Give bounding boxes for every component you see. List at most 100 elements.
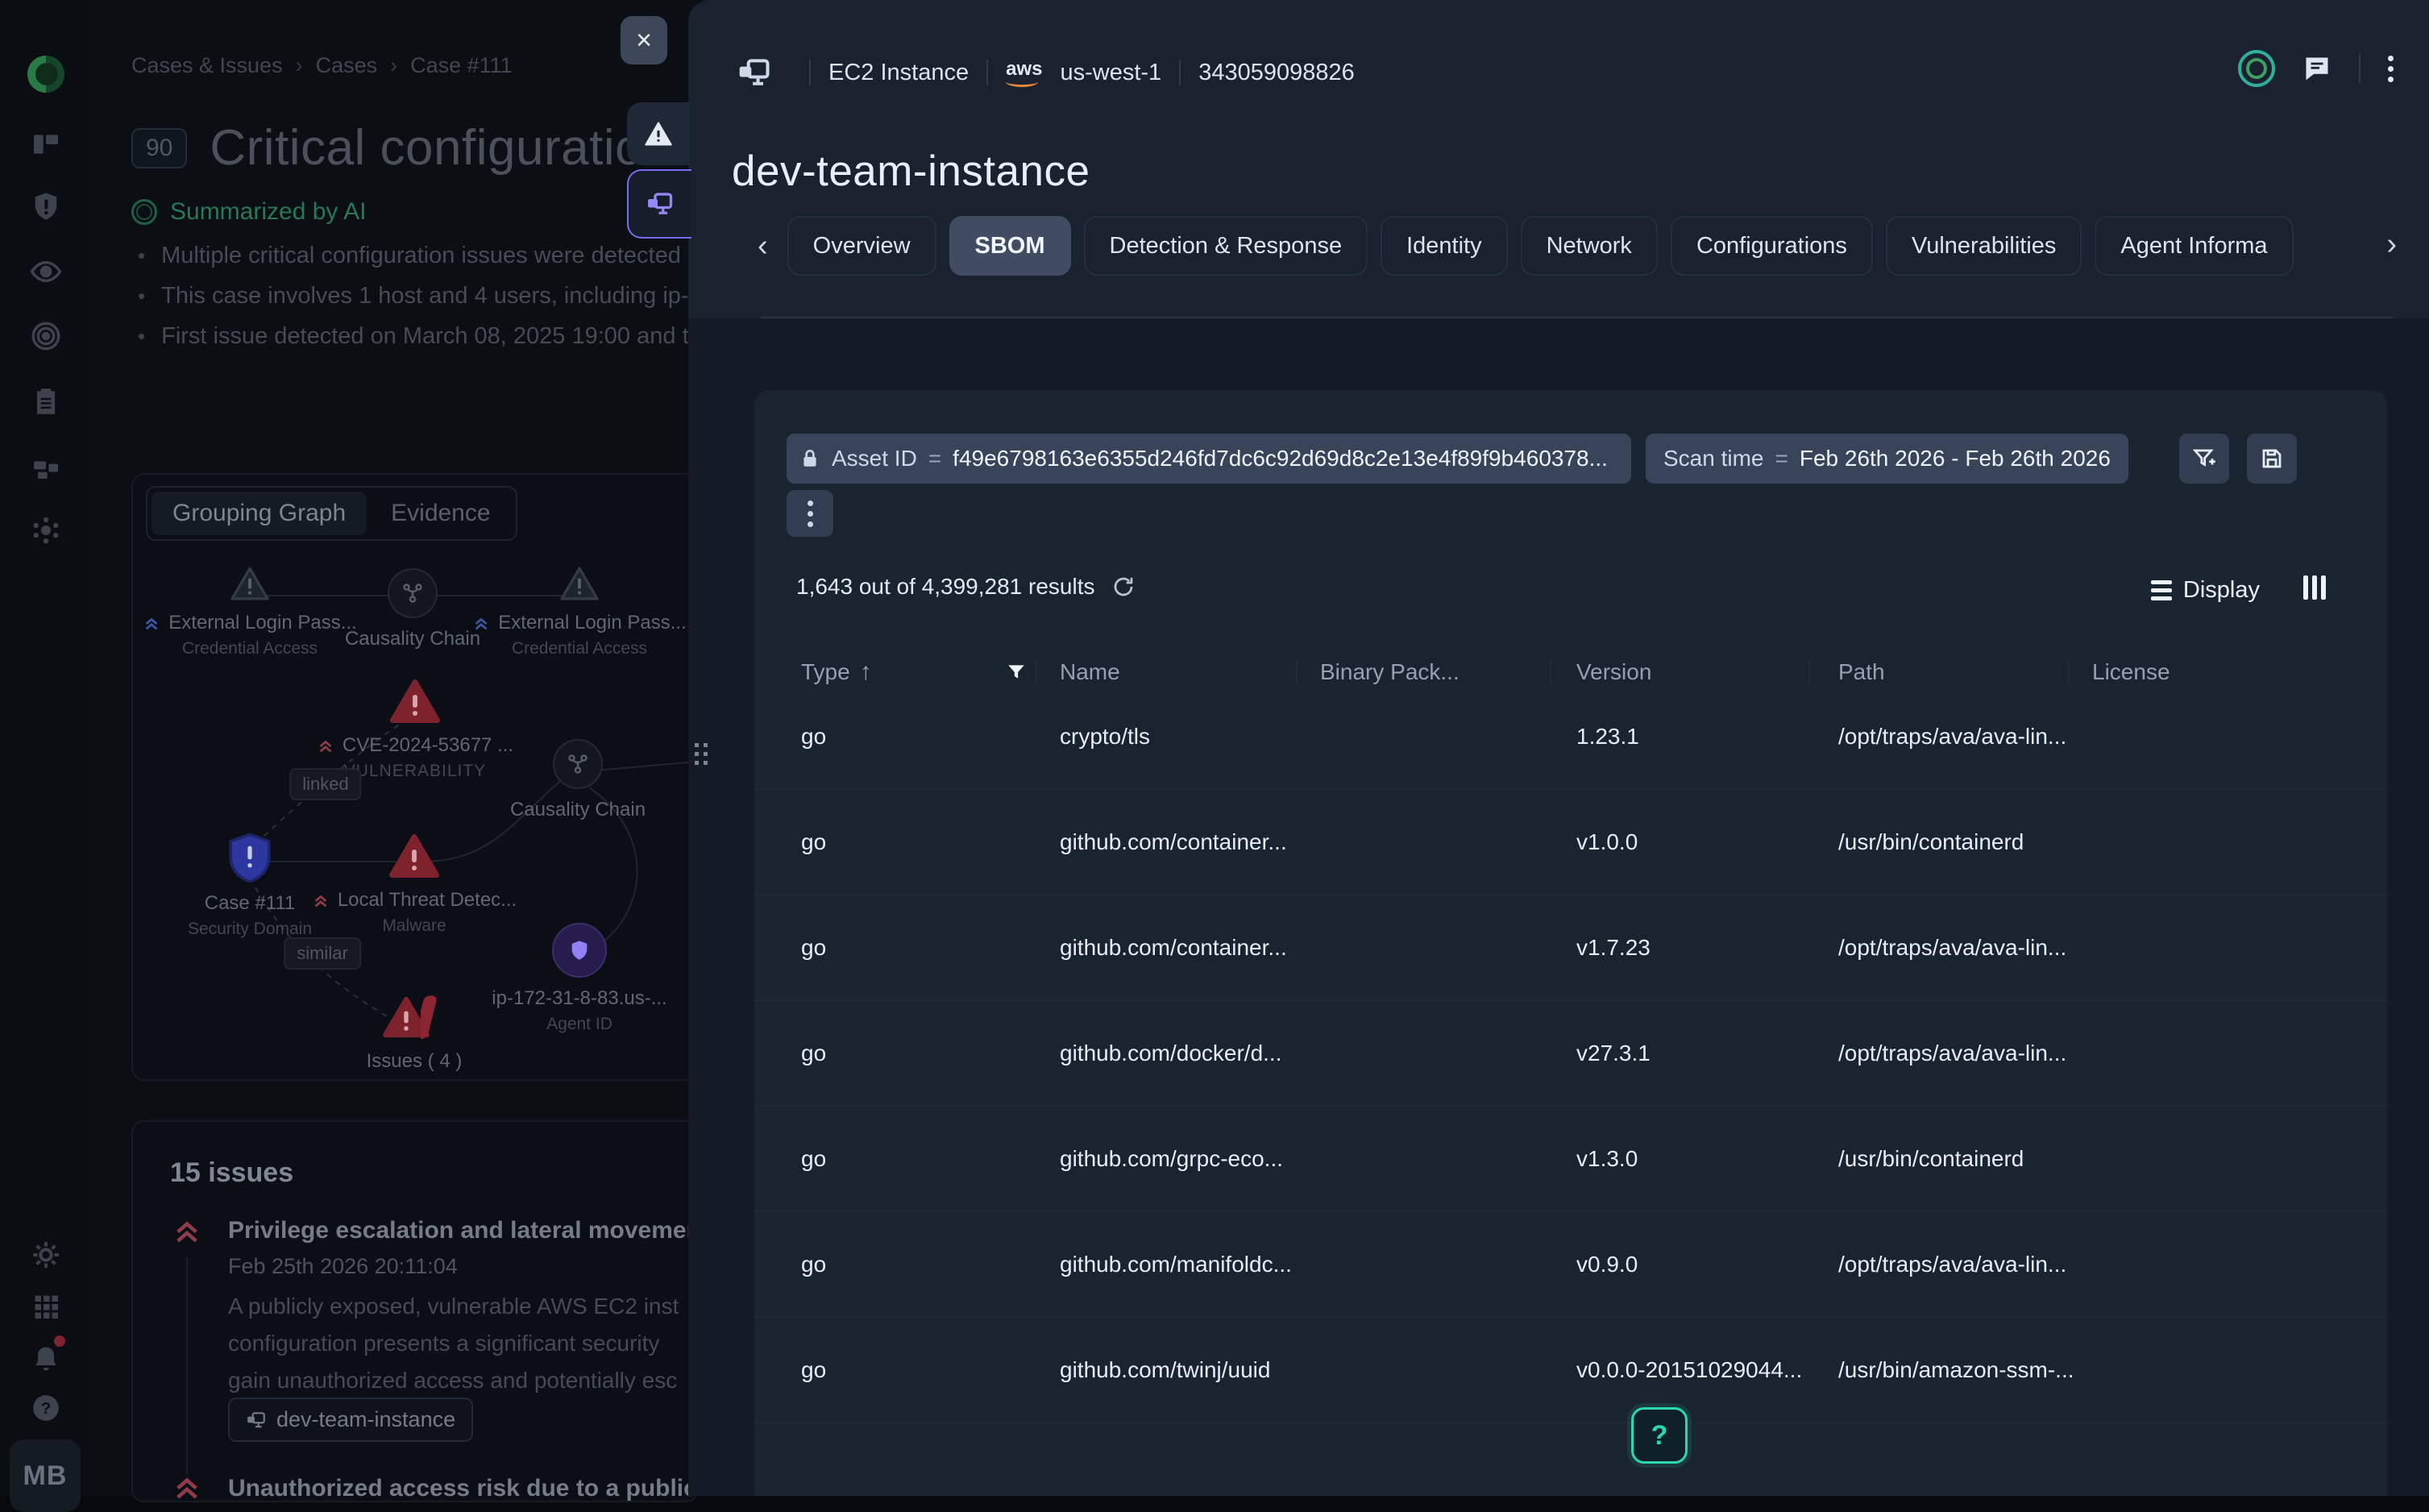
alert-triangle-icon	[389, 678, 441, 725]
breadcrumb: Cases & Issues› Cases› Case #111	[131, 53, 513, 78]
asset-chip[interactable]: dev-team-instance	[228, 1398, 473, 1442]
severity-chevrons-icon	[173, 1217, 201, 1244]
breadcrumb-item[interactable]: Cases & Issues	[131, 53, 283, 78]
filter-plus-icon	[2192, 447, 2216, 471]
filter-chip-scan-time[interactable]: Scan time = Feb 26th 2026 - Feb 26th 202…	[1646, 434, 2128, 484]
avatar[interactable]: MB	[10, 1439, 81, 1512]
table-row[interactable]: gocrypto/tls1.23.1/opt/traps/ava/ava-lin…	[754, 684, 2387, 788]
columns-icon[interactable]	[2303, 575, 2326, 600]
attack-graph-spider-icon[interactable]	[29, 513, 63, 547]
issues-panel: 15 issues Privilege escalation and later…	[131, 1120, 699, 1502]
warning-triangle-icon	[558, 565, 600, 602]
issue-title[interactable]: Privilege escalation and lateral movemen…	[228, 1217, 699, 1244]
timeline-line	[186, 1257, 188, 1475]
ai-ring-icon	[131, 199, 157, 225]
monitor-icon	[737, 55, 772, 90]
tab-evidence[interactable]: Evidence	[370, 492, 511, 535]
close-panel-button[interactable]: ×	[621, 16, 667, 64]
edge-label-linked: linked	[289, 768, 361, 800]
settings-gear-icon[interactable]	[30, 1239, 62, 1271]
severity-chevrons-icon	[312, 891, 330, 909]
filter-chip-asset-id[interactable]: Asset ID = f49e6798163e6355d246fd7dc6c92…	[787, 434, 1631, 484]
apps-grid-icon[interactable]	[31, 1292, 60, 1321]
lock-icon	[799, 447, 820, 470]
asset-title: dev-team-instance	[732, 147, 1090, 196]
kebab-menu-icon[interactable]	[2388, 56, 2394, 82]
graph-node[interactable]: Issues ( 4 )	[301, 994, 527, 1073]
graph-node[interactable]: External Login Pass... Credential Access	[467, 565, 692, 658]
refresh-icon[interactable]	[1111, 575, 1136, 599]
table-row[interactable]: gogithub.com/container...v1.0.0/usr/bin/…	[754, 788, 2387, 894]
save-view-button[interactable]	[2247, 434, 2297, 484]
issues-count-title: 15 issues	[170, 1157, 293, 1189]
severity-chevrons-icon	[472, 614, 490, 632]
tab-configurations[interactable]: Configurations	[1671, 216, 1873, 276]
alerts-side-tab[interactable]	[627, 102, 690, 165]
radar-target-icon[interactable]	[29, 319, 63, 353]
edge-label-similar: similar	[284, 937, 361, 970]
results-count: 1,643 out of 4,399,281 results	[796, 574, 1095, 600]
inventory-clipboard-icon[interactable]	[31, 386, 61, 417]
dashboard-icon[interactable]	[30, 128, 62, 160]
severity-chevrons-icon	[143, 614, 160, 632]
agent-shield-icon	[552, 923, 607, 978]
add-filter-button[interactable]	[2179, 434, 2229, 484]
graph-node[interactable]: Causality Chain	[465, 739, 691, 821]
shield-alert-icon[interactable]	[30, 190, 62, 222]
table-row[interactable]: gogithub.com/twinj/uuidv0.0.0-2015102904…	[754, 1316, 2387, 1423]
save-icon	[2260, 447, 2284, 471]
more-filters-button[interactable]	[787, 490, 833, 537]
help-icon[interactable]: ?	[31, 1393, 61, 1423]
monitor-icon	[646, 189, 675, 218]
issues-cluster-icon	[382, 994, 446, 1041]
case-shield-icon	[226, 833, 273, 883]
tab-overview[interactable]: Overview	[787, 216, 936, 276]
table-body: gocrypto/tls1.23.1/opt/traps/ava/ava-lin…	[754, 684, 2387, 1423]
table-row[interactable]: gogithub.com/manifoldc...v0.9.0/opt/trap…	[754, 1211, 2387, 1316]
orca-logo[interactable]	[27, 56, 64, 93]
aws-logo: aws	[1006, 58, 1042, 87]
table-row[interactable]: gogithub.com/grpc-eco...v1.3.0/usr/bin/c…	[754, 1105, 2387, 1211]
table-row[interactable]: gogithub.com/container...v1.7.23/opt/tra…	[754, 894, 2387, 999]
display-menu[interactable]: Display	[2151, 577, 2260, 604]
column-filter-icon[interactable]	[1006, 662, 1027, 683]
tab-vulnerabilities[interactable]: Vulnerabilities	[1886, 216, 2082, 276]
asset-tabs: ‹ Overview SBOM Detection & Response Ide…	[751, 216, 2348, 276]
tab-grouping-graph[interactable]: Grouping Graph	[152, 492, 367, 535]
issue-title[interactable]: Unauthorized access risk due to a public…	[228, 1475, 699, 1502]
svg-text:?: ?	[40, 1399, 51, 1418]
tab-agent-information[interactable]: Agent Informa	[2095, 216, 2293, 276]
account-id: 343059098826	[1198, 60, 1355, 86]
issue-description: A publicly exposed, vulnerable AWS EC2 i…	[228, 1288, 679, 1399]
asset-side-tab-active[interactable]	[627, 169, 691, 239]
region-label: us-west-1	[1060, 60, 1161, 86]
causality-chain-icon	[553, 739, 603, 789]
panel-resize-handle[interactable]	[695, 743, 708, 765]
tab-detection-response[interactable]: Detection & Response	[1084, 216, 1368, 276]
ai-assistant-icon[interactable]	[2238, 50, 2275, 87]
graph-node[interactable]: Local Threat Detec... Malware	[301, 833, 527, 936]
sbom-content-card: Asset ID = f49e6798163e6355d246fd7dc6c92…	[754, 390, 2387, 1496]
help-button[interactable]: ?	[1631, 1407, 1688, 1464]
notifications-bell-icon[interactable]	[30, 1340, 62, 1373]
asset-meta-line: EC2 Instance aws us-west-1 343059098826	[737, 47, 1355, 98]
notification-dot	[54, 1335, 65, 1347]
table-row[interactable]: gogithub.com/docker/d...v27.3.1/opt/trap…	[754, 999, 2387, 1105]
tab-network[interactable]: Network	[1521, 216, 1658, 276]
asset-detail-panel: EC2 Instance aws us-west-1 343059098826 …	[688, 0, 2429, 1496]
warning-icon	[645, 121, 672, 147]
warning-triangle-icon	[229, 565, 271, 602]
chat-icon[interactable]	[2302, 54, 2331, 83]
app-sidebar: ? MB	[0, 0, 91, 1496]
display-lines-icon	[2151, 580, 2172, 600]
tabs-scroll-right-icon[interactable]: ›	[2386, 216, 2397, 272]
grouping-graph-panel: Grouping Graph Evidence External Login P…	[131, 473, 699, 1081]
eye-icon[interactable]	[29, 255, 63, 289]
alert-triangle-icon	[388, 833, 440, 879]
tab-identity[interactable]: Identity	[1381, 216, 1508, 276]
assets-blocks-icon[interactable]	[30, 451, 62, 483]
tabs-scroll-left-icon[interactable]: ‹	[751, 229, 774, 264]
breadcrumb-item[interactable]: Case #111	[410, 53, 513, 78]
tab-sbom[interactable]: SBOM	[949, 216, 1071, 276]
breadcrumb-item[interactable]: Cases	[316, 53, 378, 78]
